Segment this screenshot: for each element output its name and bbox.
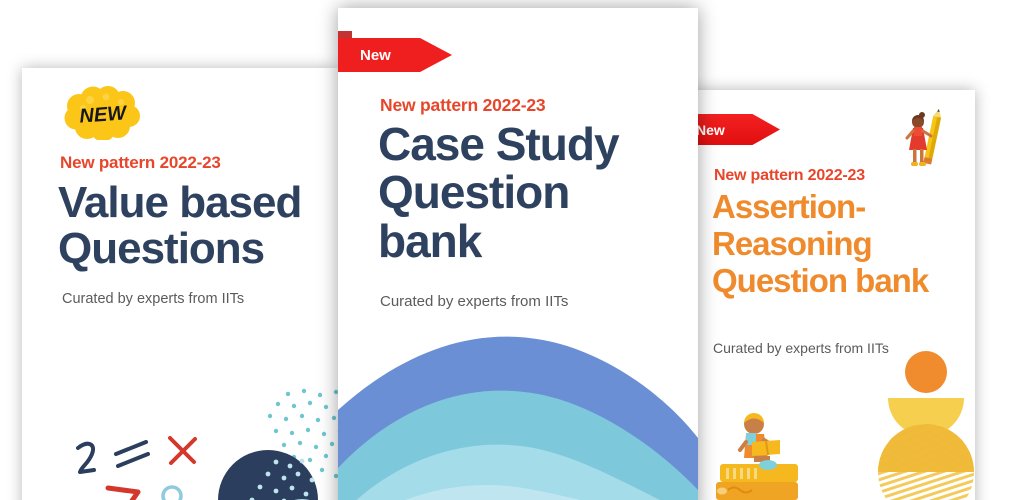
card-subtitle: Curated by experts from IITs bbox=[62, 291, 245, 307]
orange-yellow-stack-decoration bbox=[866, 350, 975, 500]
new-ribbon-badge: New bbox=[338, 38, 452, 72]
card-subtitle: Curated by experts from IITs bbox=[713, 340, 889, 356]
card-case-study-question-bank[interactable]: New New pattern 2022-23 Case Study Quest… bbox=[338, 8, 698, 500]
ribbon-label: New bbox=[360, 46, 391, 64]
card-title: Case Study Question bank bbox=[378, 118, 620, 267]
card-eyebrow: New pattern 2022-23 bbox=[380, 95, 546, 115]
new-blob-sticker-icon: NEW bbox=[63, 86, 143, 140]
ribbon-tail-decoration bbox=[338, 31, 352, 39]
ribbon-label: New bbox=[696, 121, 725, 138]
card-eyebrow: New pattern 2022-23 bbox=[60, 153, 221, 172]
cards-stage: NEW New pattern 2022-23 Value based Ques… bbox=[0, 0, 1024, 500]
kid-reading-on-books-icon bbox=[706, 406, 816, 500]
svg-text:NEW: NEW bbox=[79, 102, 129, 127]
math-symbols-decoration bbox=[72, 436, 242, 500]
card-title: Value based Questions bbox=[58, 178, 302, 274]
card-eyebrow: New pattern 2022-23 bbox=[714, 167, 865, 184]
card-subtitle: Curated by experts from IITs bbox=[380, 293, 569, 310]
card-assertion-reasoning-question-bank[interactable]: New New pattern 2022-23 Assertion-Reason… bbox=[678, 90, 975, 500]
navy-circle-dots-icon bbox=[234, 456, 324, 500]
card-title: Assertion-Reasoning Question bank bbox=[712, 188, 929, 299]
blue-wave-arcs-decoration bbox=[338, 318, 698, 500]
card-value-based-questions[interactable]: NEW New pattern 2022-23 Value based Ques… bbox=[22, 68, 338, 500]
girl-with-pencil-icon bbox=[901, 108, 949, 174]
